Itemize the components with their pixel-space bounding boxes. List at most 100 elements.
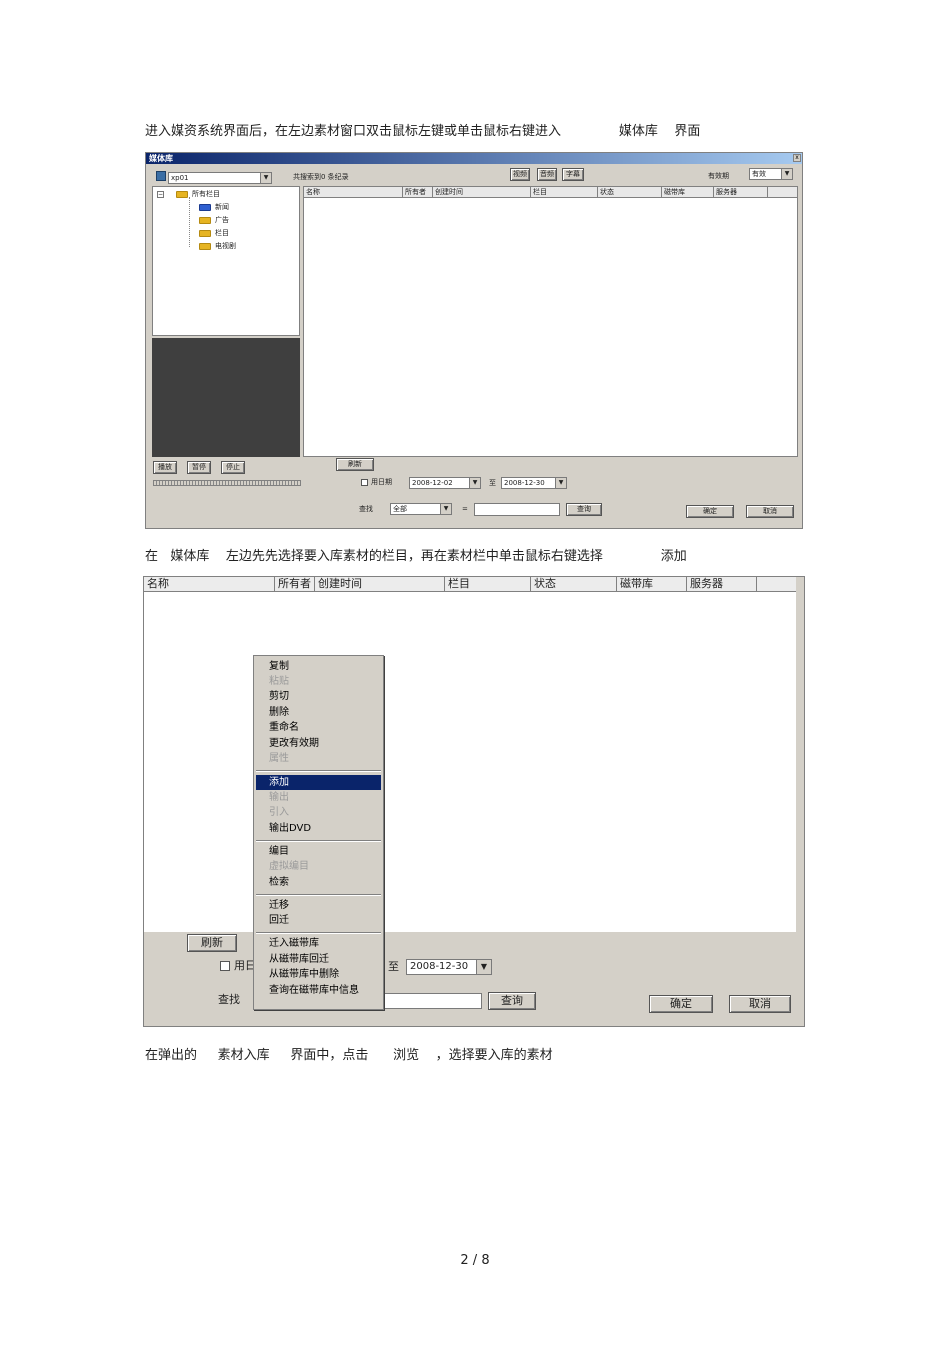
menu-item-move-to-tape[interactable]: 迁入磁带库 <box>256 936 381 951</box>
ok-button[interactable]: 确定 <box>649 995 713 1013</box>
column-header[interactable]: 名称 <box>144 577 275 591</box>
column-header[interactable]: 磁带库 <box>662 187 714 197</box>
menu-item-delete-from-tape[interactable]: 从磁带库中删除 <box>256 967 381 982</box>
column-header[interactable]: 服务器 <box>687 577 757 591</box>
tree-item-column[interactable]: 栏目 <box>199 229 229 238</box>
tree-item-news[interactable]: 新闻 <box>199 203 229 212</box>
find-input[interactable] <box>474 503 560 516</box>
menu-item-cut[interactable]: 剪切 <box>256 689 381 704</box>
date-from-select[interactable]: 2008-12-02 ▼ <box>409 477 481 489</box>
validity-select[interactable]: 有效 ▼ <box>749 168 793 180</box>
refresh-button[interactable]: 刷新 <box>336 458 374 471</box>
chevron-down-icon: ▼ <box>260 173 271 183</box>
validity-select-value: 有效 <box>752 170 766 178</box>
tree-root-label: 所有栏目 <box>192 190 220 198</box>
menu-item-virtual-catalog[interactable]: 虚拟编目 <box>256 859 381 874</box>
column-header[interactable]: 磁带库 <box>617 577 687 591</box>
tree-line <box>189 197 191 247</box>
chevron-down-icon: ▼ <box>476 960 491 974</box>
checkbox-icon <box>361 478 368 486</box>
menu-item-output[interactable]: 输出 <box>256 790 381 805</box>
folder-icon <box>199 242 211 250</box>
menu-separator <box>256 770 381 772</box>
server-select[interactable]: xp01 ▼ <box>168 172 272 184</box>
video-preview <box>152 338 300 457</box>
tree-item-tv-drama[interactable]: 电视剧 <box>199 242 236 251</box>
folder-icon <box>199 229 211 237</box>
menu-item-paste[interactable]: 粘贴 <box>256 674 381 689</box>
folder-icon <box>176 190 188 198</box>
material-list-window: 名称 所有者 创建时间 栏目 状态 磁带库 服务器 刷新 用日 至 2008-1… <box>143 576 805 1027</box>
menu-item-import[interactable]: 引入 <box>256 805 381 820</box>
refresh-button[interactable]: 刷新 <box>187 934 237 952</box>
menu-item-delete[interactable]: 删除 <box>256 705 381 720</box>
stop-button[interactable]: 停止 <box>221 461 245 474</box>
server-icon <box>156 171 166 181</box>
checkbox-icon <box>220 961 230 971</box>
chevron-down-icon: ▼ <box>469 478 480 488</box>
tree-item-ads[interactable]: 广告 <box>199 216 229 225</box>
menu-item-query-tape-info[interactable]: 查询在磁带库中信息 <box>256 983 381 998</box>
use-date-checkbox[interactable]: 用日 <box>220 959 256 973</box>
menu-item-output-dvd[interactable]: 输出DVD <box>256 821 381 836</box>
menu-separator <box>256 894 381 896</box>
find-label: 查找 <box>359 505 373 513</box>
close-icon[interactable]: x <box>793 154 801 162</box>
column-header[interactable]: 所有者 <box>403 187 433 197</box>
column-header[interactable]: 服务器 <box>714 187 768 197</box>
menu-item-migrate[interactable]: 迁移 <box>256 898 381 913</box>
query-button[interactable]: 查询 <box>566 503 602 516</box>
material-list[interactable]: 名称 所有者 创建时间 栏目 状态 磁带库 服务器 <box>303 186 798 457</box>
chevron-down-icon: ▼ <box>440 504 451 514</box>
tree-item-label: 广告 <box>215 216 229 224</box>
menu-item-restore[interactable]: 回迁 <box>256 913 381 928</box>
menu-item-change-validity[interactable]: 更改有效期 <box>256 736 381 751</box>
menu-separator <box>256 932 381 934</box>
menu-item-add[interactable]: 添加 <box>256 775 381 790</box>
seek-slider[interactable] <box>153 480 301 486</box>
scrollbar[interactable] <box>796 577 804 932</box>
tab-video[interactable]: 视频 <box>510 168 530 181</box>
menu-item-rename[interactable]: 重命名 <box>256 720 381 735</box>
tab-audio[interactable]: 音频 <box>537 168 557 181</box>
cancel-button[interactable]: 取消 <box>746 505 794 518</box>
play-button[interactable]: 播放 <box>153 461 177 474</box>
find-label: 查找 <box>218 993 240 1006</box>
paragraph-2: 在 媒体库 左边先先选择要入库素材的栏目，再在素材栏中单击鼠标右键选择 添加 <box>145 549 687 564</box>
column-header[interactable]: 状态 <box>531 577 617 591</box>
material-list[interactable]: 名称 所有者 创建时间 栏目 状态 磁带库 服务器 <box>144 577 797 932</box>
find-scope-select[interactable]: 全部 ▼ <box>390 503 452 515</box>
to-label: 至 <box>489 479 496 487</box>
menu-item-copy[interactable]: 复制 <box>256 659 381 674</box>
pause-button[interactable]: 暂停 <box>187 461 211 474</box>
column-header[interactable]: 栏目 <box>445 577 531 591</box>
column-header[interactable]: 所有者 <box>275 577 315 591</box>
find-input[interactable] <box>382 993 482 1009</box>
menu-item-search[interactable]: 检索 <box>256 875 381 890</box>
column-header[interactable]: 栏目 <box>531 187 598 197</box>
context-menu: 复制 粘贴 剪切 删除 重命名 更改有效期 属性 添加 输出 引入 输出DVD … <box>253 655 384 1010</box>
tab-subtitle[interactable]: 字幕 <box>562 168 584 181</box>
media-library-window: 媒体库 x xp01 ▼ 共搜索到0 条纪录 视频 音频 字幕 有效期 有效 ▼… <box>145 152 803 529</box>
column-header[interactable]: 创建时间 <box>433 187 531 197</box>
list-header: 名称 所有者 创建时间 栏目 状态 磁带库 服务器 <box>144 577 796 592</box>
chevron-down-icon: ▼ <box>781 169 792 179</box>
menu-item-catalog[interactable]: 编目 <box>256 844 381 859</box>
folder-icon <box>199 216 211 224</box>
cancel-button[interactable]: 取消 <box>729 995 791 1013</box>
date-to-select[interactable]: 2008-12-30 ▼ <box>406 959 492 975</box>
use-date-label: 用日期 <box>371 478 392 486</box>
use-date-checkbox[interactable]: 用日期 <box>361 477 392 487</box>
column-header[interactable]: 状态 <box>598 187 662 197</box>
date-to-select[interactable]: 2008-12-30 ▼ <box>501 477 567 489</box>
validity-label: 有效期 <box>708 172 729 180</box>
ok-button[interactable]: 确定 <box>686 505 734 518</box>
date-to-value: 2008-12-30 <box>504 479 545 487</box>
column-header[interactable]: 名称 <box>304 187 403 197</box>
collapse-icon[interactable]: − <box>157 190 164 198</box>
menu-item-properties[interactable]: 属性 <box>256 751 381 766</box>
menu-item-restore-from-tape[interactable]: 从磁带库回迁 <box>256 952 381 967</box>
tree-item-label: 电视剧 <box>215 242 236 250</box>
query-button[interactable]: 查询 <box>488 992 536 1010</box>
column-header[interactable]: 创建时间 <box>315 577 445 591</box>
